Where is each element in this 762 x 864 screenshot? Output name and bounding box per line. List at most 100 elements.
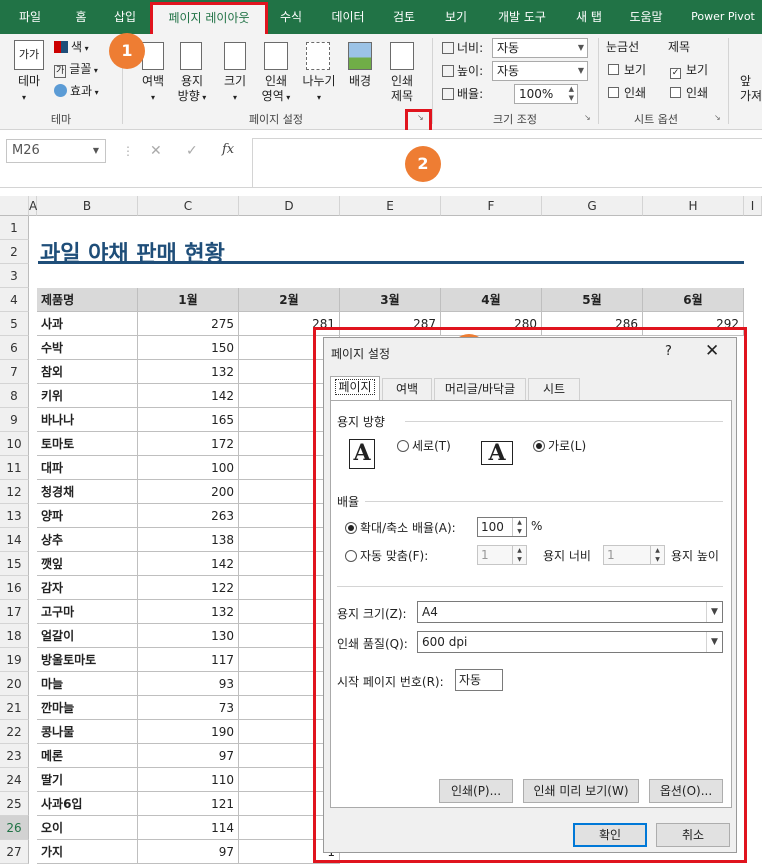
table-cell-product[interactable]: 메론	[37, 744, 138, 768]
table-cell-product[interactable]: 감자	[37, 576, 138, 600]
cancel-button[interactable]: 취소	[656, 823, 730, 847]
row-header[interactable]: 8	[0, 384, 29, 408]
table-cell-value[interactable]: 281	[239, 312, 340, 336]
tab-insert[interactable]: 삽입	[104, 0, 146, 34]
row-header[interactable]: 1	[0, 216, 29, 240]
row-header[interactable]: 10	[0, 432, 29, 456]
table-cell-product[interactable]: 방울토마토	[37, 648, 138, 672]
row-header[interactable]: 27	[0, 840, 29, 864]
tab-view[interactable]: 보기	[434, 0, 478, 34]
table-cell-value[interactable]: 97	[138, 840, 239, 864]
cancel-icon[interactable]: ✕	[150, 143, 162, 159]
table-cell-product[interactable]: 마늘	[37, 672, 138, 696]
row-header[interactable]: 25	[0, 792, 29, 816]
portrait-radio[interactable]: 세로(T)	[397, 437, 451, 454]
table-cell-product[interactable]: 청경채	[37, 480, 138, 504]
row-header[interactable]: 9	[0, 408, 29, 432]
table-cell-value[interactable]: 150	[138, 336, 239, 360]
tab-developer[interactable]: 개발 도구	[488, 0, 556, 34]
row-header[interactable]: 17	[0, 600, 29, 624]
background-button[interactable]: 배경	[342, 74, 378, 89]
table-cell-value[interactable]: 100	[138, 456, 239, 480]
tab-formulas[interactable]: 수식	[270, 0, 312, 34]
adjust-to-spinner[interactable]: 100 ▲ ▼	[477, 517, 527, 537]
table-cell-product[interactable]: 콩나물	[37, 720, 138, 744]
tab-sheet[interactable]: 시트	[528, 378, 580, 400]
table-cell-product[interactable]: 바나나	[37, 408, 138, 432]
row-header[interactable]: 2	[0, 240, 29, 264]
row-header[interactable]: 14	[0, 528, 29, 552]
scale-spinner[interactable]: 100% ▲ ▼	[514, 84, 578, 104]
width-combo[interactable]: 자동 ▼	[492, 38, 588, 58]
height-combo[interactable]: 자동 ▼	[492, 61, 588, 81]
row-header[interactable]: 21	[0, 696, 29, 720]
formula-input[interactable]	[252, 138, 762, 188]
table-header-cell[interactable]: 1월	[138, 288, 239, 312]
print-preview-button[interactable]: 인쇄 미리 보기(W)	[523, 779, 639, 803]
print-button[interactable]: 인쇄(P)...	[439, 779, 513, 803]
table-cell-value[interactable]: 121	[138, 792, 239, 816]
table-header-cell[interactable]: 제품명	[37, 288, 138, 312]
tab-page[interactable]: 페이지	[330, 376, 380, 401]
tab-page-layout[interactable]: 페이지 레이아웃	[152, 5, 266, 34]
row-header[interactable]: 11	[0, 456, 29, 480]
row-header[interactable]: 15	[0, 552, 29, 576]
row-header[interactable]: 12	[0, 480, 29, 504]
table-cell-product[interactable]: 얼갈이	[37, 624, 138, 648]
theme-fonts-button[interactable]: 가 글꼴 ▾	[54, 62, 98, 78]
adjust-to-radio[interactable]: 확대/축소 배율(A):	[345, 519, 456, 536]
row-header[interactable]: 16	[0, 576, 29, 600]
table-cell-value[interactable]: 138	[138, 528, 239, 552]
gridlines-view-checkbox[interactable]: 보기	[608, 63, 646, 78]
column-header[interactable]: E	[340, 196, 441, 216]
table-header-cell[interactable]: 2월	[239, 288, 340, 312]
table-cell-value[interactable]: 142	[138, 552, 239, 576]
paper-size-select[interactable]: A4 ▼	[417, 601, 723, 623]
row-header[interactable]: 19	[0, 648, 29, 672]
tab-header-footer[interactable]: 머리글/바닥글	[434, 378, 526, 400]
table-header-cell[interactable]: 5월	[542, 288, 643, 312]
column-header[interactable]: C	[138, 196, 239, 216]
themes-button[interactable]: 테마	[10, 74, 48, 89]
table-cell-value[interactable]: 200	[138, 480, 239, 504]
table-cell-value[interactable]: 280	[441, 312, 542, 336]
print-quality-select[interactable]: 600 dpi ▼	[417, 631, 723, 653]
column-header[interactable]: F	[441, 196, 542, 216]
table-cell-product[interactable]: 가지	[37, 840, 138, 864]
tab-margins[interactable]: 여백	[382, 378, 432, 400]
table-cell-value[interactable]: 263	[138, 504, 239, 528]
headings-view-checkbox[interactable]: ✓ 보기	[670, 63, 708, 79]
table-cell-product[interactable]: 상추	[37, 528, 138, 552]
tab-review[interactable]: 검토	[382, 0, 426, 34]
print-area-button[interactable]: 인쇄 영역 ▾	[254, 74, 298, 105]
scale-launcher-icon[interactable]: ↘	[584, 113, 594, 123]
tab-help[interactable]: 도움말	[620, 0, 672, 34]
table-cell-value[interactable]: 142	[138, 384, 239, 408]
table-cell-product[interactable]: 깻잎	[37, 552, 138, 576]
table-cell-product[interactable]: 고구마	[37, 600, 138, 624]
row-header[interactable]: 3	[0, 264, 29, 288]
tab-power-pivot[interactable]: Power Pivot	[684, 0, 762, 34]
column-header[interactable]: B	[37, 196, 138, 216]
fit-tall-spinner[interactable]: 1 ▲ ▼	[603, 545, 665, 565]
row-header[interactable]: 18	[0, 624, 29, 648]
row-header[interactable]: 7	[0, 360, 29, 384]
tab-file[interactable]: 파일	[6, 0, 54, 34]
tab-home[interactable]: 홈	[60, 0, 102, 34]
table-cell-value[interactable]: 165	[138, 408, 239, 432]
first-page-input[interactable]: 자동	[455, 669, 503, 691]
table-cell-value[interactable]: 110	[138, 768, 239, 792]
landscape-radio[interactable]: 가로(L)	[533, 437, 586, 454]
headings-print-checkbox[interactable]: 인쇄	[670, 86, 708, 101]
table-cell-product[interactable]: 참외	[37, 360, 138, 384]
orientation-button[interactable]: 용지 방향 ▾	[170, 74, 214, 105]
row-header[interactable]: 6	[0, 336, 29, 360]
table-cell-product[interactable]: 오이	[37, 816, 138, 840]
table-cell-value[interactable]: 132	[138, 600, 239, 624]
table-cell-product[interactable]: 사과6입	[37, 792, 138, 816]
table-cell-value[interactable]: 122	[138, 576, 239, 600]
table-header-cell[interactable]: 3월	[340, 288, 441, 312]
row-header[interactable]: 26	[0, 816, 29, 840]
table-cell-value[interactable]: 287	[340, 312, 441, 336]
table-cell-product[interactable]: 딸기	[37, 768, 138, 792]
